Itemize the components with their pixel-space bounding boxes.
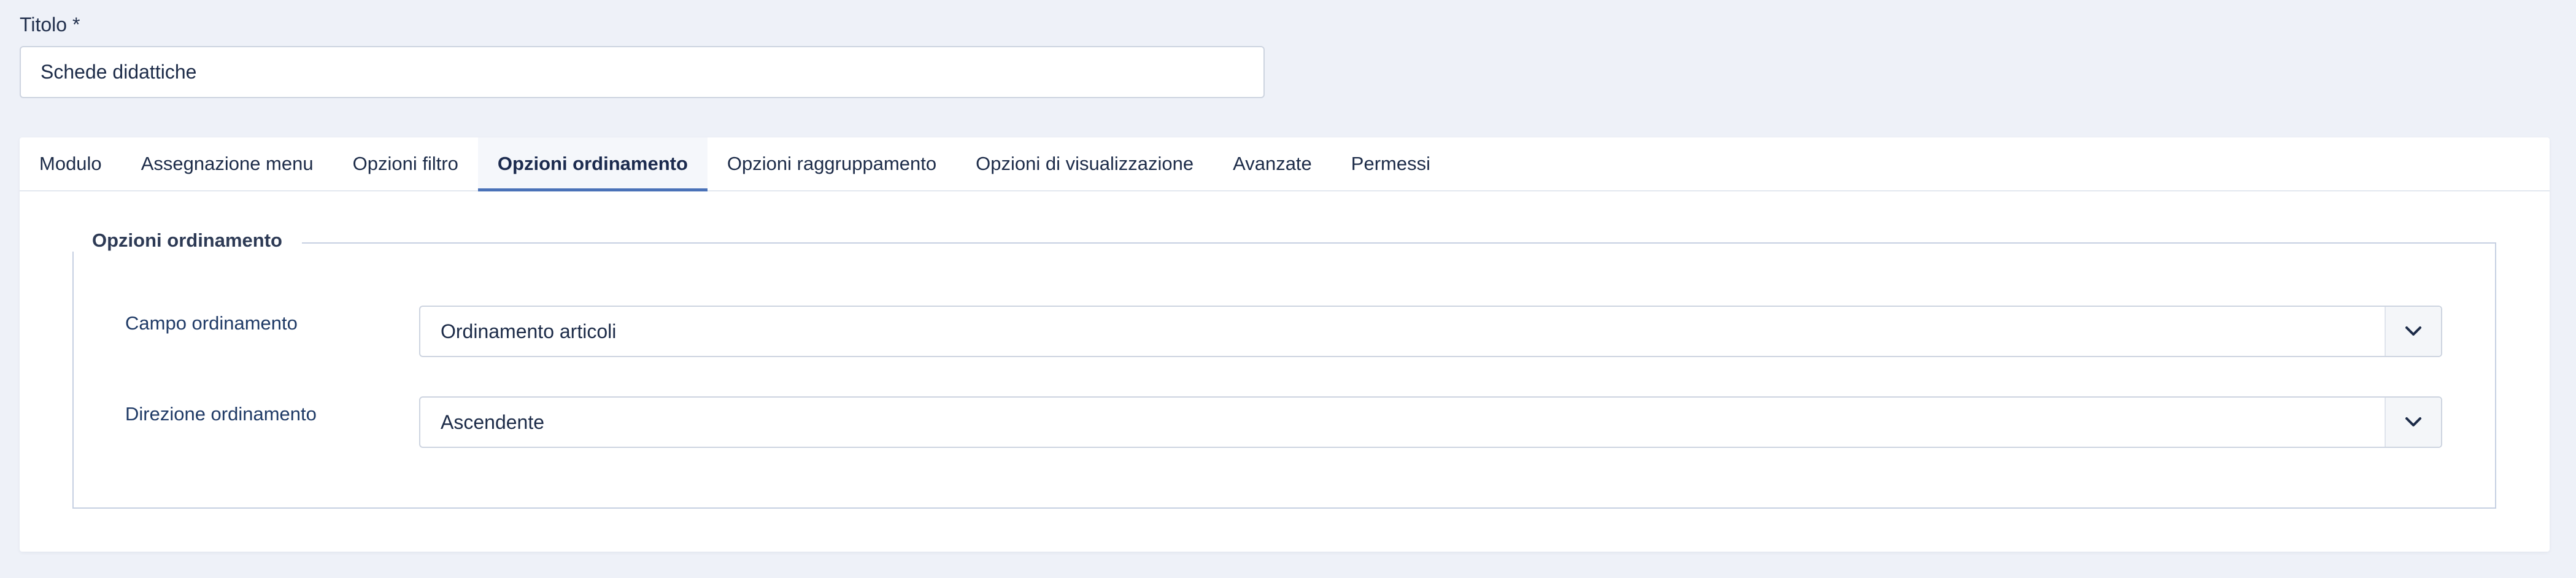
tab-opzioni-raggruppamento[interactable]: Opzioni raggruppamento <box>708 137 956 190</box>
tab-label: Modulo <box>39 153 102 174</box>
tab-label: Assegnazione menu <box>141 153 314 174</box>
tab-bar: Modulo Assegnazione menu Opzioni filtro … <box>20 137 2550 191</box>
module-card: Modulo Assegnazione menu Opzioni filtro … <box>20 137 2550 552</box>
title-input[interactable] <box>20 46 1265 98</box>
select-toggle[interactable] <box>2385 398 2441 447</box>
tab-opzioni-filtro[interactable]: Opzioni filtro <box>333 137 478 190</box>
tab-label: Opzioni di visualizzazione <box>976 153 1194 174</box>
select-value: Ascendente <box>441 410 545 433</box>
tab-permessi[interactable]: Permessi <box>1332 137 1450 190</box>
tab-opzioni-ordinamento[interactable]: Opzioni ordinamento <box>477 137 708 191</box>
tab-label: Opzioni filtro <box>352 153 458 174</box>
fieldset-legend: Opzioni ordinamento <box>72 229 302 252</box>
tab-assegnazione-menu[interactable]: Assegnazione menu <box>121 137 333 190</box>
campo-ordinamento-select[interactable]: Ordinamento articoli <box>419 306 2442 357</box>
tab-label: Opzioni ordinamento <box>497 153 688 174</box>
ordering-fieldset <box>72 242 2496 509</box>
tab-avanzate[interactable]: Avanzate <box>1213 137 1332 190</box>
select-value: Ordinamento articoli <box>441 320 617 342</box>
tab-modulo[interactable]: Modulo <box>20 137 121 190</box>
select-toggle[interactable] <box>2385 307 2441 356</box>
tab-label: Avanzate <box>1233 153 1312 174</box>
direzione-ordinamento-label: Direzione ordinamento <box>125 403 317 425</box>
chevron-down-icon <box>2405 326 2421 336</box>
title-label: Titolo * <box>20 13 80 36</box>
direzione-ordinamento-select[interactable]: Ascendente <box>419 396 2442 448</box>
tab-label: Opzioni raggruppamento <box>727 153 937 174</box>
tab-label: Permessi <box>1351 153 1430 174</box>
tab-opzioni-visualizzazione[interactable]: Opzioni di visualizzazione <box>956 137 1213 190</box>
chevron-down-icon <box>2405 417 2421 426</box>
campo-ordinamento-label: Campo ordinamento <box>125 312 298 334</box>
